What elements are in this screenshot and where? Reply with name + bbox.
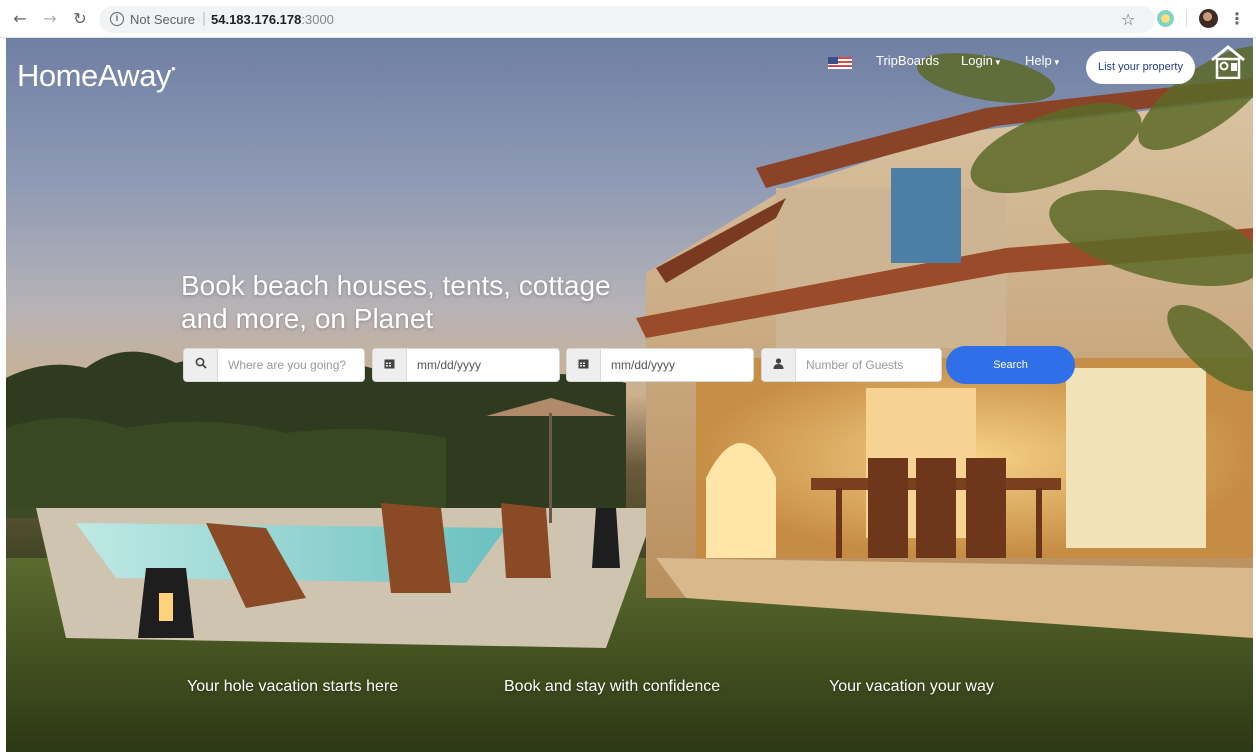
forward-arrow-icon[interactable]: → — [40, 9, 60, 29]
hero-headline: Book beach houses, tents, cottage and mo… — [181, 269, 741, 335]
info-icon[interactable]: i — [110, 12, 124, 26]
user-icon — [762, 349, 796, 381]
nav-tripboards-link[interactable]: TripBoards — [876, 53, 939, 68]
hero-section: HomeAway● TripBoards Login▼ Help▼ List y… — [6, 38, 1253, 752]
browser-toolbar: ← → ↻ i Not Secure | 54.183.176.178:3000… — [0, 0, 1256, 38]
calendar-icon — [567, 349, 601, 381]
url-host: 54.183.176.178 — [211, 12, 302, 27]
guests-input[interactable] — [796, 349, 941, 381]
extension-icon[interactable] — [1157, 10, 1174, 27]
feature-tagline-2: Book and stay with confidence — [504, 678, 721, 695]
brand-logo[interactable]: HomeAway● — [17, 58, 176, 94]
destination-field[interactable] — [183, 348, 365, 382]
checkout-field[interactable] — [566, 348, 754, 382]
nav-help-dropdown[interactable]: Help▼ — [1025, 53, 1061, 68]
destination-input[interactable] — [218, 349, 364, 381]
feature-tagline-3: Your vacation your way — [829, 678, 994, 695]
checkin-date-input[interactable] — [407, 349, 559, 381]
nav-login-dropdown[interactable]: Login▼ — [961, 53, 1002, 68]
reload-icon[interactable]: ↻ — [70, 9, 90, 29]
url-separator: | — [202, 10, 206, 27]
checkin-field[interactable] — [372, 348, 560, 382]
caret-down-icon: ▼ — [993, 58, 1002, 67]
url-text[interactable]: 54.183.176.178:3000 — [211, 12, 334, 27]
feature-tagline-1: Your hole vacation starts here — [187, 678, 399, 695]
logo-trademark-dot: ● — [170, 64, 176, 73]
caret-down-icon: ▼ — [1052, 58, 1061, 67]
security-label: Not Secure — [130, 12, 196, 27]
hero-background-image — [6, 45, 1253, 752]
address-bar[interactable]: i Not Secure | 54.183.176.178:3000 ☆ — [99, 6, 1155, 33]
nav-help-label: Help — [1025, 53, 1052, 68]
list-property-button[interactable]: List your property — [1086, 51, 1195, 84]
back-arrow-icon[interactable]: ← — [10, 9, 30, 29]
brand-logo-text: HomeAway — [17, 58, 171, 93]
us-flag-icon[interactable] — [828, 57, 852, 69]
headline-line-1: Book beach houses, tents, cottage — [181, 270, 611, 301]
headline-line-2: and more, on Planet — [181, 303, 434, 334]
star-icon[interactable]: ☆ — [1121, 10, 1135, 30]
birdhouse-icon[interactable] — [1209, 45, 1247, 79]
checkout-date-input[interactable] — [601, 349, 753, 381]
search-form: Search — [6, 346, 1253, 384]
kebab-menu-icon[interactable]: ⋮ — [1229, 9, 1245, 29]
nav-login-label: Login — [961, 53, 993, 68]
url-port: :3000 — [301, 12, 334, 27]
search-icon — [184, 349, 218, 381]
calendar-icon — [373, 349, 407, 381]
profile-avatar-icon[interactable] — [1199, 9, 1218, 28]
search-button[interactable]: Search — [946, 346, 1075, 384]
guests-field[interactable] — [761, 348, 942, 382]
toolbar-divider — [1186, 11, 1187, 27]
